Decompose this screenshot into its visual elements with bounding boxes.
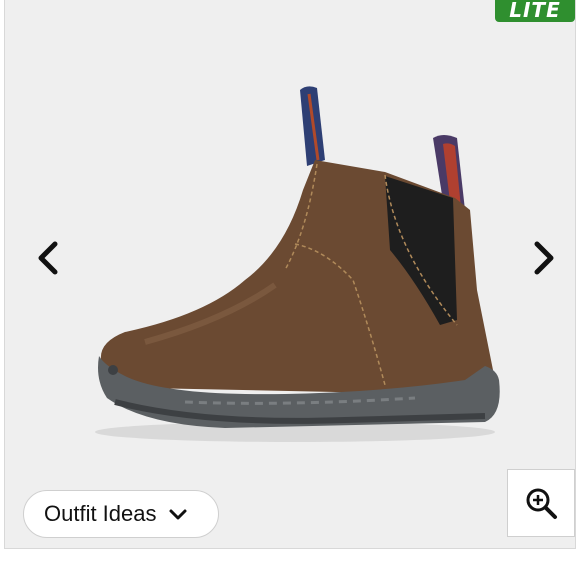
chevron-left-icon — [38, 241, 58, 275]
next-image-button[interactable] — [523, 238, 563, 278]
outfit-ideas-label: Outfit Ideas — [44, 501, 157, 526]
zoom-button[interactable] — [507, 469, 575, 537]
lite-badge: LITE — [495, 0, 575, 22]
zoom-in-icon — [526, 488, 557, 519]
chevron-right-icon — [534, 241, 554, 275]
outfit-ideas-button[interactable]: Outfit Ideas — [23, 490, 219, 538]
product-image-viewer: LITE Outfit Ideas — [4, 0, 576, 549]
lite-badge-text: LITE — [509, 0, 561, 22]
product-image-boot — [95, 86, 500, 442]
previous-image-button[interactable] — [31, 238, 71, 278]
chevron-down-icon — [169, 509, 187, 520]
